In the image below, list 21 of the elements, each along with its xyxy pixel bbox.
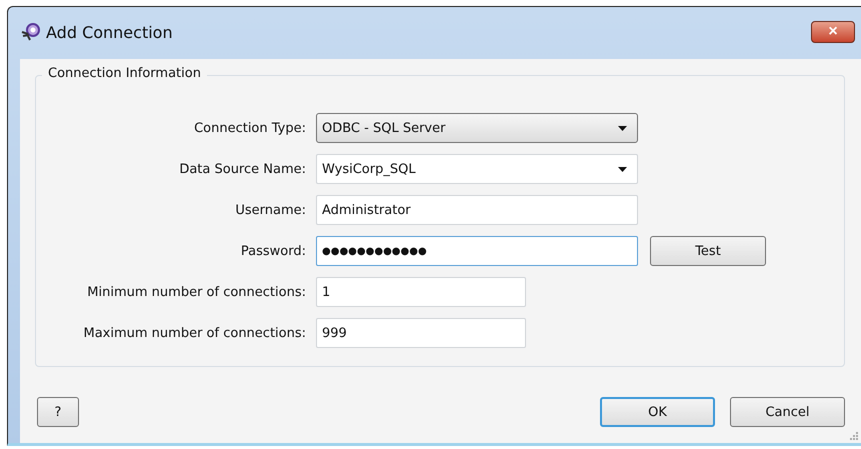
caret-icon: [618, 166, 627, 172]
dialog-button[interactable]: Cancel: [730, 397, 845, 427]
help-button[interactable]: ?: [37, 397, 79, 427]
field-label: Connection Type:: [193, 120, 306, 136]
magnifier-plug-icon: [20, 22, 42, 42]
input-field[interactable]: Administrator: [316, 195, 638, 225]
field-label: Minimum number of connections:: [86, 284, 306, 300]
resize-grip-icon: [850, 432, 858, 440]
test-button[interactable]: Test: [650, 236, 766, 266]
combo-field[interactable]: WysiCorp_SQL: [316, 154, 638, 184]
caret-icon: [618, 126, 627, 130]
input-field[interactable]: 1: [316, 277, 526, 307]
field-label: Username:: [234, 202, 306, 218]
field-label: Maximum number of connections:: [82, 326, 306, 340]
field-label: Password:: [240, 244, 306, 258]
field-label: Data Source Name:: [178, 162, 306, 176]
dialog-button[interactable]: OK: [600, 397, 715, 427]
dropdown-field[interactable]: ODBC - SQL Server: [316, 113, 638, 143]
password-field[interactable]: ●●●●●●●●●●●●: [316, 236, 638, 266]
window-title: Add Connection: [46, 22, 173, 42]
input-field[interactable]: 999: [316, 318, 526, 348]
